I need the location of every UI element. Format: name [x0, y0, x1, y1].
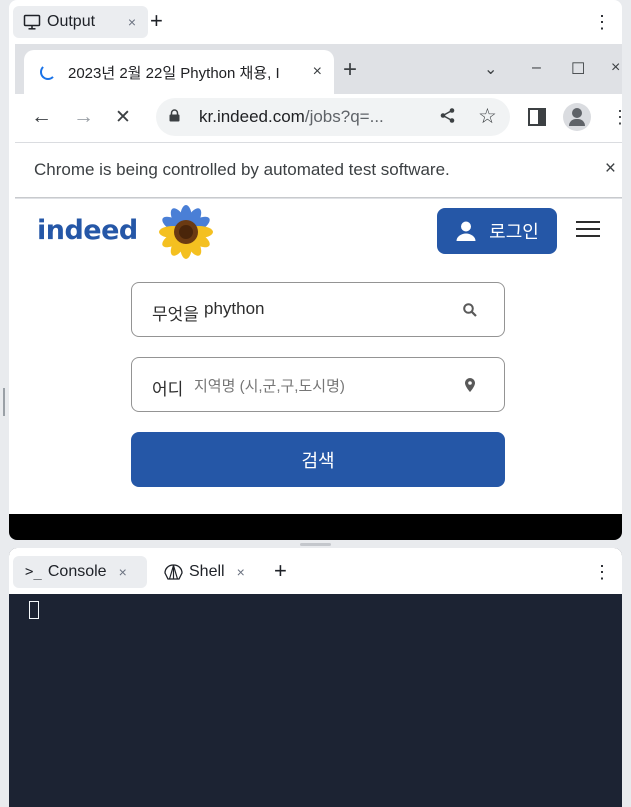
person-icon	[456, 221, 476, 241]
tab-search-icon[interactable]: ⌄	[484, 59, 497, 79]
web-page: indeed 로그인 무엇을 phython 어디 지역명 (시,군,구,도시명…	[15, 199, 622, 514]
close-icon[interactable]: ×	[119, 564, 127, 580]
more-options-icon[interactable]: ⋮	[593, 563, 611, 581]
signin-button[interactable]: 로그인	[437, 208, 557, 254]
pane-resize-handle[interactable]	[300, 543, 331, 546]
share-icon[interactable]	[439, 107, 456, 129]
bookmark-star-icon[interactable]: ☆	[478, 104, 497, 129]
console-panel: >_ Console × Shell × + ⋮	[9, 548, 622, 807]
loading-spinner-icon	[40, 64, 56, 80]
infobar-close-icon[interactable]: ×	[605, 158, 616, 180]
location-pin-icon	[465, 378, 475, 392]
browser-tab-title: 2023년 2월 22일 Phython 채용, I	[68, 64, 280, 82]
what-label: 무엇을	[152, 305, 199, 324]
browser-tab[interactable]: 2023년 2월 22일 Phython 채용, I ×	[24, 50, 334, 94]
chrome-menu-icon[interactable]: ⋮	[611, 107, 622, 128]
back-icon[interactable]: ←	[31, 105, 52, 129]
console-tab-bar: >_ Console × Shell × + ⋮	[9, 548, 622, 594]
where-label: 어디	[152, 380, 184, 399]
browser-window: 2023년 2월 22일 Phython 채용, I × + ⌄ – ☐ × ←…	[9, 44, 622, 514]
output-panel-footer	[9, 514, 622, 540]
sunflower-icon	[159, 205, 213, 259]
close-icon[interactable]: ×	[128, 14, 136, 30]
tab-shell[interactable]: Shell ×	[152, 556, 262, 588]
stop-loading-icon[interactable]: ✕	[115, 106, 131, 129]
add-tab-icon[interactable]: +	[150, 8, 163, 34]
side-resize-handle[interactable]	[3, 388, 5, 416]
lock-icon	[169, 109, 180, 122]
console-tab-label: Console	[47, 563, 107, 580]
side-panel-icon[interactable]	[528, 108, 546, 126]
what-search-input[interactable]: 무엇을 phython	[131, 282, 505, 337]
shell-tab-label: Shell	[189, 563, 225, 580]
search-icon	[463, 303, 477, 317]
what-value: phython	[204, 299, 265, 318]
close-icon[interactable]: ×	[237, 564, 245, 580]
terminal-cursor[interactable]	[29, 601, 39, 619]
profile-avatar-icon[interactable]	[563, 103, 591, 131]
new-tab-icon[interactable]: +	[343, 56, 357, 84]
browser-toolbar: ← → ✕ kr.indeed.com/jobs?q=... ☆ ⋮	[15, 94, 622, 142]
minimize-icon[interactable]: –	[532, 59, 541, 77]
address-bar[interactable]: kr.indeed.com/jobs?q=... ☆	[156, 98, 510, 136]
add-tab-icon[interactable]: +	[274, 558, 287, 584]
monitor-icon	[23, 14, 41, 30]
infobar-message: Chrome is being controlled by automated …	[34, 160, 450, 179]
output-tab-bar: Output × + ⋮	[9, 0, 622, 44]
window-close-icon[interactable]: ×	[611, 59, 620, 77]
search-button[interactable]: 검색	[131, 432, 505, 487]
indeed-logo[interactable]: indeed	[37, 215, 138, 246]
tab-console[interactable]: >_ Console ×	[13, 556, 147, 588]
hamburger-menu-icon[interactable]	[576, 221, 600, 239]
automation-infobar: Chrome is being controlled by automated …	[15, 142, 622, 198]
maximize-icon[interactable]: ☐	[571, 59, 585, 79]
where-placeholder: 지역명 (시,군,구,도시명)	[194, 378, 345, 395]
console-prompt-icon: >_	[25, 564, 42, 580]
close-tab-icon[interactable]: ×	[313, 63, 322, 81]
where-location-input[interactable]: 어디 지역명 (시,군,구,도시명)	[131, 357, 505, 412]
url-text: kr.indeed.com/jobs?q=...	[199, 107, 384, 126]
forward-icon[interactable]: →	[73, 105, 94, 129]
signin-label: 로그인	[489, 222, 539, 242]
output-tab-label: Output	[47, 13, 96, 30]
search-button-label: 검색	[301, 450, 335, 471]
output-tab[interactable]: Output ×	[13, 6, 148, 38]
more-options-icon[interactable]: ⋮	[593, 13, 611, 31]
shell-icon	[164, 564, 183, 580]
